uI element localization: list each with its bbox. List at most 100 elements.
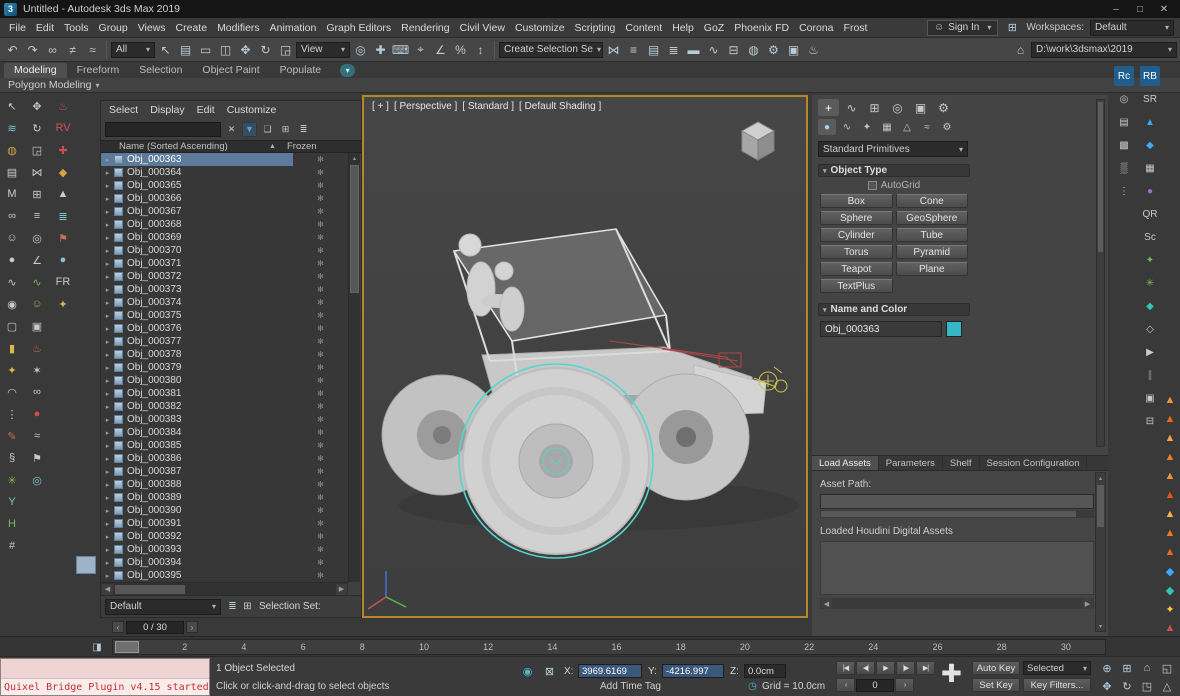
select-tool-icon[interactable]: ↖ (2, 96, 22, 116)
menu-item[interactable]: File (4, 18, 31, 38)
primitive-category-select[interactable]: Standard Primitives ▾ (818, 141, 968, 157)
maxscript-mini-listener[interactable]: Quixel Bridge Plugin v4.15 started succ (0, 658, 210, 696)
polygon-modeling-section[interactable]: Polygon Modeling (8, 79, 91, 91)
blue-arrow-icon[interactable]: ▲ (1140, 112, 1160, 132)
fx-plugin-icon[interactable]: ✦ (53, 294, 73, 314)
phoenix-flame-icon[interactable]: ▲ (1160, 411, 1180, 427)
hollow-diamond-icon[interactable]: ◇ (1140, 319, 1160, 339)
pause-plugin-icon[interactable]: ∥ (1140, 365, 1160, 385)
previous-frame-icon[interactable]: ◀| (856, 661, 875, 675)
character-icon[interactable]: ☺ (2, 228, 22, 248)
phoenix-flame-icon[interactable]: ▲ (1160, 506, 1180, 522)
zoom-all-icon[interactable]: ⊞ (1117, 659, 1137, 677)
helper-icon[interactable]: H (2, 514, 22, 534)
view-cube[interactable] (734, 117, 782, 163)
close-button[interactable]: ✕ (1152, 1, 1176, 17)
frozen-toggle-icon[interactable]: ✻ (293, 467, 348, 476)
reference-coordinate-select[interactable]: View ▾ (296, 42, 350, 58)
selection-filter-select[interactable]: All ▾ (111, 42, 155, 58)
rectangular-selection-icon[interactable]: ▭ (196, 40, 215, 59)
expand-arrow-icon[interactable]: ▸ (103, 247, 112, 255)
workspace-layout-icon[interactable]: ⊞ (1004, 20, 1020, 36)
frozen-toggle-icon[interactable]: ✻ (293, 259, 348, 268)
scene-explorer-row[interactable]: ▸Obj_000376 ✻ (101, 322, 348, 335)
houdini-tab[interactable]: Shelf (943, 456, 980, 470)
frozen-toggle-icon[interactable]: ✻ (293, 337, 348, 346)
expand-arrow-icon[interactable]: ▸ (103, 208, 112, 216)
ribbon-collapse-button[interactable]: ▾ (340, 64, 355, 77)
geometry-category-icon[interactable]: ● (818, 119, 836, 135)
snaps-toggle-icon[interactable]: ⌖ (411, 40, 430, 59)
sign-in-button[interactable]: ☺ Sign In ▾ (927, 20, 998, 36)
red-dot-icon[interactable]: ● (27, 404, 47, 424)
wave-icon[interactable]: ≈ (27, 426, 47, 446)
helpers-category-icon[interactable]: △ (898, 119, 916, 135)
expand-arrow-icon[interactable]: ▸ (103, 169, 112, 177)
frozen-toggle-icon[interactable]: ✻ (293, 454, 348, 463)
mirror-icon[interactable]: ⋈ (604, 40, 623, 59)
menu-item[interactable]: Customize (510, 18, 570, 38)
go-to-start-icon[interactable]: |◀ (836, 661, 855, 675)
spinner-snap-icon[interactable]: ↕ (471, 40, 490, 59)
menu-item[interactable]: Content (620, 18, 667, 38)
ribbon-tab[interactable]: Selection (129, 63, 192, 78)
maxscript-icon[interactable]: M (2, 184, 22, 204)
eye-icon[interactable]: ◉ (2, 294, 22, 314)
named-selection-set-combo[interactable]: Create Selection Se ▾ (499, 42, 603, 58)
frozen-toggle-icon[interactable]: ✻ (293, 571, 348, 580)
angle-tool-icon[interactable]: ∠ (27, 250, 47, 270)
frozen-toggle-icon[interactable]: ✻ (293, 493, 348, 502)
key-mode-select[interactable]: Selected ▾ (1023, 661, 1091, 675)
people-icon[interactable]: ☺ (27, 294, 47, 314)
bone-icon[interactable]: § (2, 448, 22, 468)
dome-icon[interactable]: ◠ (2, 382, 22, 402)
object-type-rollout-header[interactable]: ▾ Object Type (818, 164, 970, 177)
menu-item[interactable]: Group (94, 18, 133, 38)
scene-explorer-row[interactable]: ▸Obj_000363 ✻ (101, 153, 348, 166)
pattern-icon[interactable]: ▩ (1114, 135, 1134, 155)
scene-explorer-row[interactable]: ▸Obj_000383 ✻ (101, 413, 348, 426)
scroll-down-icon[interactable]: ▾ (1096, 621, 1105, 631)
modify-tab-icon[interactable]: ∿ (841, 99, 862, 116)
explorer-horizontal-scrollbar[interactable]: ◀ ▶ (101, 582, 348, 595)
expand-arrow-icon[interactable]: ▸ (103, 533, 112, 541)
frozen-toggle-icon[interactable]: ✻ (293, 519, 348, 528)
chain2-icon[interactable]: ∞ (27, 382, 47, 402)
blue-diamond-icon[interactable]: ◆ (1140, 135, 1160, 155)
frozen-toggle-icon[interactable]: ✻ (293, 233, 348, 242)
scene-explorer-row[interactable]: ▸Obj_000366 ✻ (101, 192, 348, 205)
expand-arrow-icon[interactable]: ▸ (103, 481, 112, 489)
frozen-toggle-icon[interactable]: ✻ (293, 168, 348, 177)
pin-plugin-icon[interactable]: ⚑ (53, 228, 73, 248)
x-coordinate-field[interactable]: 3969.6169 (578, 664, 642, 678)
transform-gizmo-icon[interactable]: ✚ (941, 659, 962, 689)
sphere-plugin-icon[interactable]: ● (53, 250, 73, 270)
frozen-toggle-icon[interactable]: ✻ (293, 246, 348, 255)
render-setup-icon[interactable]: ⚙ (764, 40, 783, 59)
primitive-button[interactable]: Tube (896, 228, 969, 242)
houdini-tab[interactable]: Session Configuration (980, 456, 1088, 470)
houdini-tab[interactable]: Load Assets (812, 456, 879, 470)
snap-tool-icon[interactable]: ◎ (27, 228, 47, 248)
expand-arrow-icon[interactable]: ▸ (103, 507, 112, 515)
magnifier-icon[interactable]: ◎ (1114, 89, 1134, 109)
menu-item[interactable]: Frost (839, 18, 873, 38)
move-tool-icon[interactable]: ✥ (27, 96, 47, 116)
mirror-tool-icon[interactable]: ⋈ (27, 162, 47, 182)
scene-explorer-menu[interactable]: Display (150, 104, 192, 116)
phoenix-flame-icon[interactable]: ▲ (1160, 449, 1180, 465)
fr-plugin-badge[interactable]: FR (53, 272, 73, 292)
zoom-region-icon[interactable]: ◱ (1157, 659, 1177, 677)
horizontal-scroll-thumb[interactable] (115, 585, 185, 594)
primitive-button[interactable]: Plane (896, 262, 969, 276)
teapot-plugin-icon[interactable]: ♨ (53, 96, 73, 116)
curve-editor-icon[interactable]: ∿ (704, 40, 723, 59)
scene-explorer-row[interactable]: ▸Obj_000389 ✻ (101, 491, 348, 504)
align-tool-icon[interactable]: ≡ (27, 206, 47, 226)
current-frame-field[interactable]: 0 (856, 679, 894, 692)
y-coordinate-field[interactable]: -4216.997 (662, 664, 724, 678)
rotate-tool-icon[interactable]: ↻ (27, 118, 47, 138)
key-filters-button[interactable]: Key Filters... (1023, 678, 1091, 692)
scene-explorer-row[interactable]: ▸Obj_000373 ✻ (101, 283, 348, 296)
green-burst-icon[interactable]: ✳ (1140, 273, 1160, 293)
